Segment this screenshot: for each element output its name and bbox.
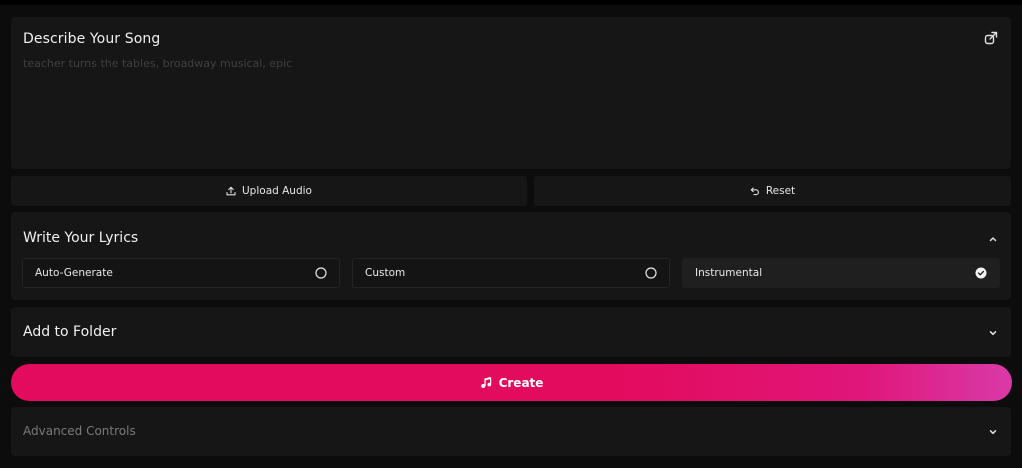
top-bar (0, 0, 1022, 5)
option-label: Auto-Generate (35, 267, 113, 279)
chevron-up-icon[interactable] (987, 233, 999, 245)
reset-label: Reset (765, 185, 796, 197)
create-button[interactable]: Create (11, 364, 1012, 401)
lyrics-title: Write Your Lyrics (23, 230, 139, 246)
chevron-down-icon[interactable] (987, 426, 999, 438)
undo-icon (750, 187, 759, 196)
radio-empty-icon (315, 267, 327, 279)
option-label: Instrumental (695, 267, 763, 279)
external-link-icon[interactable] (983, 30, 999, 46)
chevron-down-icon[interactable] (987, 327, 999, 339)
upload-icon (226, 186, 236, 196)
check-circle-icon (975, 267, 987, 279)
lyrics-option-custom[interactable]: Custom (352, 258, 670, 288)
advanced-controls-title: Advanced Controls (23, 424, 136, 438)
music-note-icon (480, 377, 491, 388)
option-label: Custom (365, 267, 406, 279)
lyrics-option-auto-generate[interactable]: Auto-Generate (22, 258, 340, 288)
describe-song-panel: Describe Your Song (11, 17, 1011, 169)
upload-audio-label: Upload Audio (242, 185, 312, 197)
folder-title: Add to Folder (23, 324, 117, 340)
create-label: Create (498, 375, 544, 390)
upload-audio-button[interactable]: Upload Audio (11, 176, 527, 206)
describe-song-title: Describe Your Song (23, 31, 161, 47)
reset-button[interactable]: Reset (534, 176, 1011, 206)
radio-empty-icon (645, 267, 657, 279)
lyrics-panel: Write Your Lyrics Auto-Generate Custom I… (11, 212, 1011, 300)
lyrics-option-instrumental[interactable]: Instrumental (682, 258, 1000, 288)
song-description-input[interactable] (23, 57, 963, 157)
advanced-controls-panel[interactable]: Advanced Controls (11, 407, 1011, 456)
add-to-folder-panel[interactable]: Add to Folder (11, 307, 1011, 357)
